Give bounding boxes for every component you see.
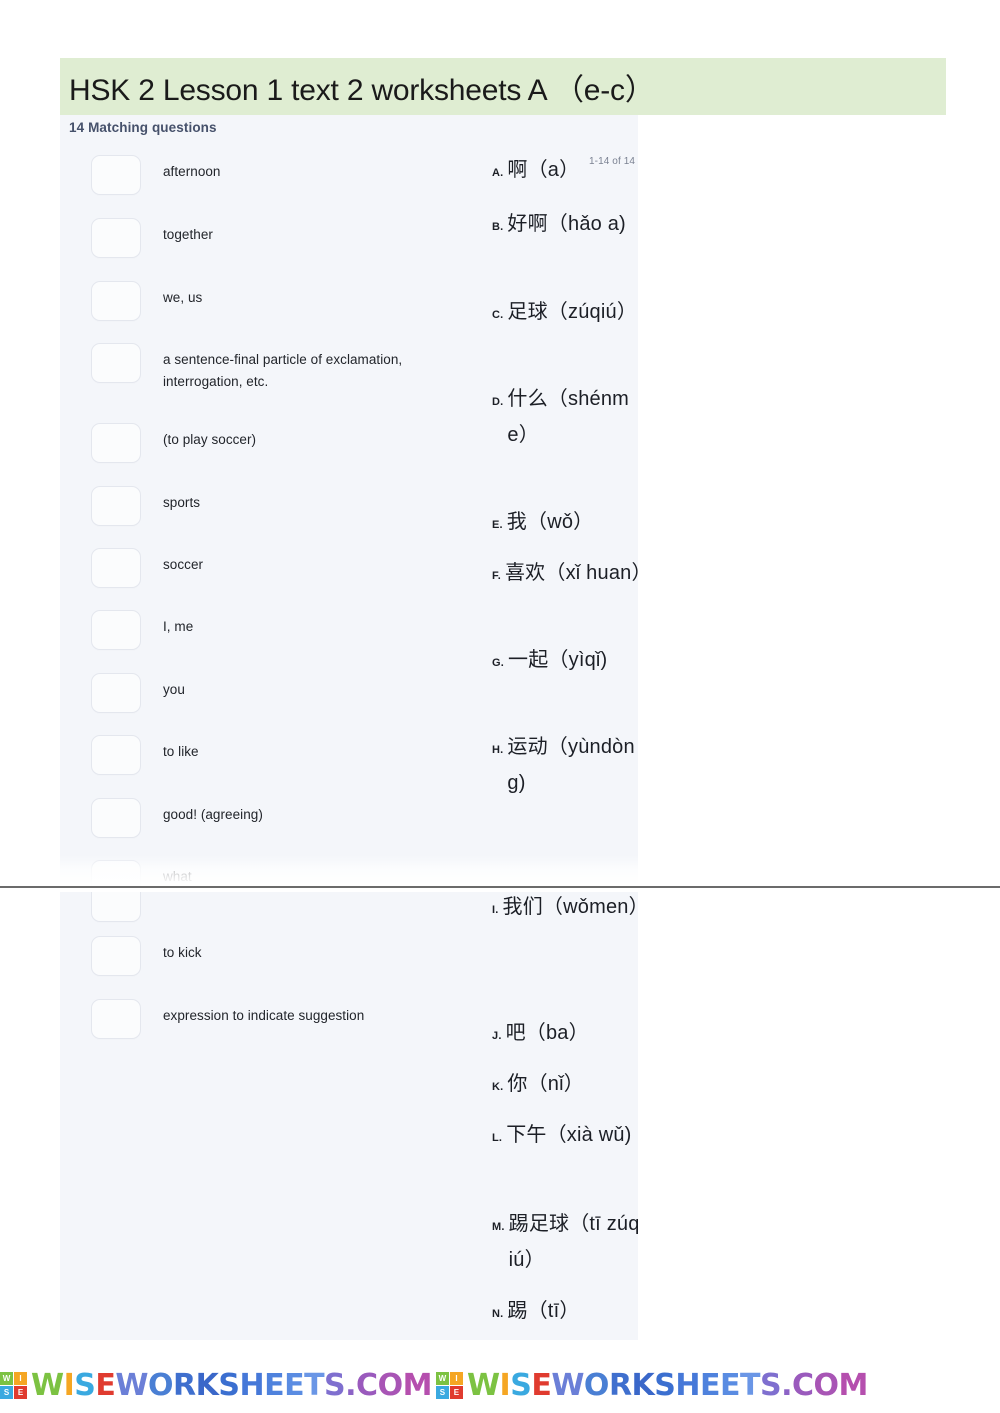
- prompt-text: a sentence-final particle of exclamation…: [163, 352, 403, 389]
- page-gap: [0, 888, 1000, 892]
- prompt-text: you: [163, 682, 185, 697]
- watermark-unit: W I S E WISEWORKSHEETS.COM: [435, 1367, 868, 1403]
- matching-prompt-row: good! (agreeing): [91, 798, 453, 838]
- option-letter: K.: [492, 1081, 504, 1093]
- page-title: HSK 2 Lesson 1 text 2 worksheets A （e-c）: [69, 73, 655, 107]
- worksheet-page: HSK 2 Lesson 1 text 2 worksheets A （e-c）…: [0, 0, 1000, 1413]
- prompt-text: I, me: [163, 619, 194, 634]
- matching-prompt-row: afternoon: [91, 155, 453, 195]
- answer-input-box[interactable]: [91, 798, 141, 838]
- answer-input-box[interactable]: [91, 218, 141, 258]
- prompt-text: to like: [163, 744, 199, 759]
- answer-input-box[interactable]: [91, 735, 141, 775]
- matching-option-row[interactable]: M. 踢足球（tī zúqiú）: [492, 1207, 638, 1278]
- matching-prompt-row: expression to indicate suggestion: [91, 999, 453, 1039]
- worksheet-panel-page2: to kick expression to indicate suggestion…: [60, 890, 638, 1340]
- matching-prompt-row: (to play soccer): [91, 423, 453, 463]
- matching-option-row[interactable]: G. 一起（yìqǐ): [492, 643, 638, 679]
- option-text: 足球（zúqiú）: [507, 301, 638, 323]
- answer-input-box[interactable]: [91, 281, 141, 321]
- prompt-text: to kick: [163, 945, 202, 960]
- answer-input-box[interactable]: [91, 423, 141, 463]
- wiseworksheets-logo-icon: WISE: [435, 1372, 463, 1399]
- prompt-text: sports: [163, 495, 201, 510]
- option-text: 我（wǒ）: [506, 511, 594, 533]
- answer-input-box[interactable]: [91, 673, 141, 713]
- answer-input-box[interactable]: [91, 890, 141, 922]
- answer-input-box[interactable]: [91, 999, 141, 1039]
- worksheet-subtitle: 14 Matching questions: [69, 120, 217, 135]
- answer-input-box[interactable]: [91, 610, 141, 650]
- option-letter: J.: [492, 1030, 502, 1042]
- prompt-text: soccer: [163, 557, 204, 572]
- matching-option-row[interactable]: A. 啊（a）: [492, 153, 638, 189]
- matching-option-row[interactable]: B. 好啊（hǎo a): [492, 207, 638, 243]
- option-text: 你（nǐ）: [507, 1073, 584, 1095]
- watermark-text: WISEWORKSHEETS.COM: [31, 1367, 432, 1403]
- option-letter: E.: [492, 519, 503, 531]
- option-letter: F.: [492, 570, 501, 582]
- option-text: 喜欢（xǐ huan）: [504, 562, 638, 584]
- matching-prompt-row: we, us: [91, 281, 453, 321]
- answer-input-box[interactable]: [91, 155, 141, 195]
- prompt-text: what: [163, 869, 192, 884]
- prompt-text: (to play soccer): [163, 432, 257, 447]
- option-text: 下午（xià wǔ): [506, 1124, 632, 1146]
- option-letter: G.: [492, 657, 505, 669]
- title-banner: HSK 2 Lesson 1 text 2 worksheets A （e-c）: [60, 58, 946, 115]
- prompt-text: we, us: [163, 290, 203, 305]
- option-text: 吧（ba）: [505, 1022, 589, 1044]
- matching-prompt-row: together: [91, 218, 453, 258]
- option-letter: C.: [492, 309, 504, 321]
- matching-prompt-row: to like: [91, 735, 453, 775]
- matching-prompt-row: you: [91, 673, 453, 713]
- watermark-text: WISEWORKSHEETS.COM: [466, 1367, 868, 1403]
- matching-prompt-row: I, me: [91, 610, 453, 650]
- answer-input-box[interactable]: [91, 486, 141, 526]
- matching-prompt-row: a sentence-final particle of exclamation…: [91, 343, 453, 393]
- option-letter: I.: [492, 904, 499, 916]
- matching-prompt-row: sports: [91, 486, 453, 526]
- worksheet-panel-page1: 14 Matching questions 1-14 of 14 afterno…: [60, 115, 638, 890]
- matching-option-row[interactable]: I. 我们（wǒmen）: [492, 890, 638, 926]
- matching-prompt-row: to kick: [91, 936, 453, 976]
- option-text: 啊（a）: [507, 159, 580, 181]
- option-text: 运动（yùndòng): [507, 736, 635, 794]
- matching-option-row[interactable]: N. 踢（tī）: [492, 1294, 638, 1330]
- option-letter: L.: [492, 1132, 503, 1144]
- wiseworksheets-logo-icon: WISE: [0, 1372, 27, 1399]
- option-text: 踢足球（tī zúqiú）: [508, 1213, 638, 1271]
- option-letter: H.: [492, 744, 504, 756]
- matching-option-row[interactable]: E. 我（wǒ）: [492, 505, 638, 541]
- option-letter: N.: [492, 1308, 504, 1320]
- watermark-unit: W I S E WISEWORKSHEETS.COM: [0, 1367, 432, 1403]
- prompt-text: afternoon: [163, 164, 221, 179]
- option-text: 一起（yìqǐ): [508, 649, 608, 671]
- matching-option-row[interactable]: J. 吧（ba）: [492, 1016, 638, 1052]
- matching-option-row[interactable]: C. 足球（zúqiú）: [492, 295, 638, 331]
- answer-input-box[interactable]: [91, 548, 141, 588]
- prompt-text: expression to indicate suggestion: [163, 1008, 365, 1023]
- matching-option-row[interactable]: L. 下午（xià wǔ): [492, 1118, 638, 1154]
- matching-prompt-row: soccer: [91, 548, 453, 588]
- option-letter: M.: [492, 1221, 505, 1233]
- matching-option-row[interactable]: F. 喜欢（xǐ huan）: [492, 556, 638, 592]
- option-text: 好啊（hǎo a): [507, 213, 626, 235]
- matching-option-row[interactable]: D. 什么（shénme）: [492, 382, 638, 453]
- answer-input-box[interactable]: [91, 343, 141, 383]
- answer-input-box[interactable]: [91, 936, 141, 976]
- matching-option-row[interactable]: K. 你（nǐ）: [492, 1067, 638, 1103]
- option-letter: A.: [492, 167, 504, 179]
- prompt-text: good! (agreeing): [163, 807, 263, 822]
- option-letter: D.: [492, 396, 504, 408]
- option-text: 踢（tī）: [507, 1300, 580, 1322]
- option-text: 什么（shénme）: [507, 388, 630, 446]
- matching-prompt-row: [91, 890, 453, 922]
- option-letter: B.: [492, 221, 504, 233]
- option-text: 我们（wǒmen）: [502, 896, 638, 918]
- matching-option-row[interactable]: H. 运动（yùndòng): [492, 730, 638, 801]
- prompt-text: together: [163, 227, 213, 242]
- watermark-wiseworksheets: W I S E WISEWORKSHEETS.COM W I S E WISEWORKSHEETS…: [0, 1358, 1000, 1413]
